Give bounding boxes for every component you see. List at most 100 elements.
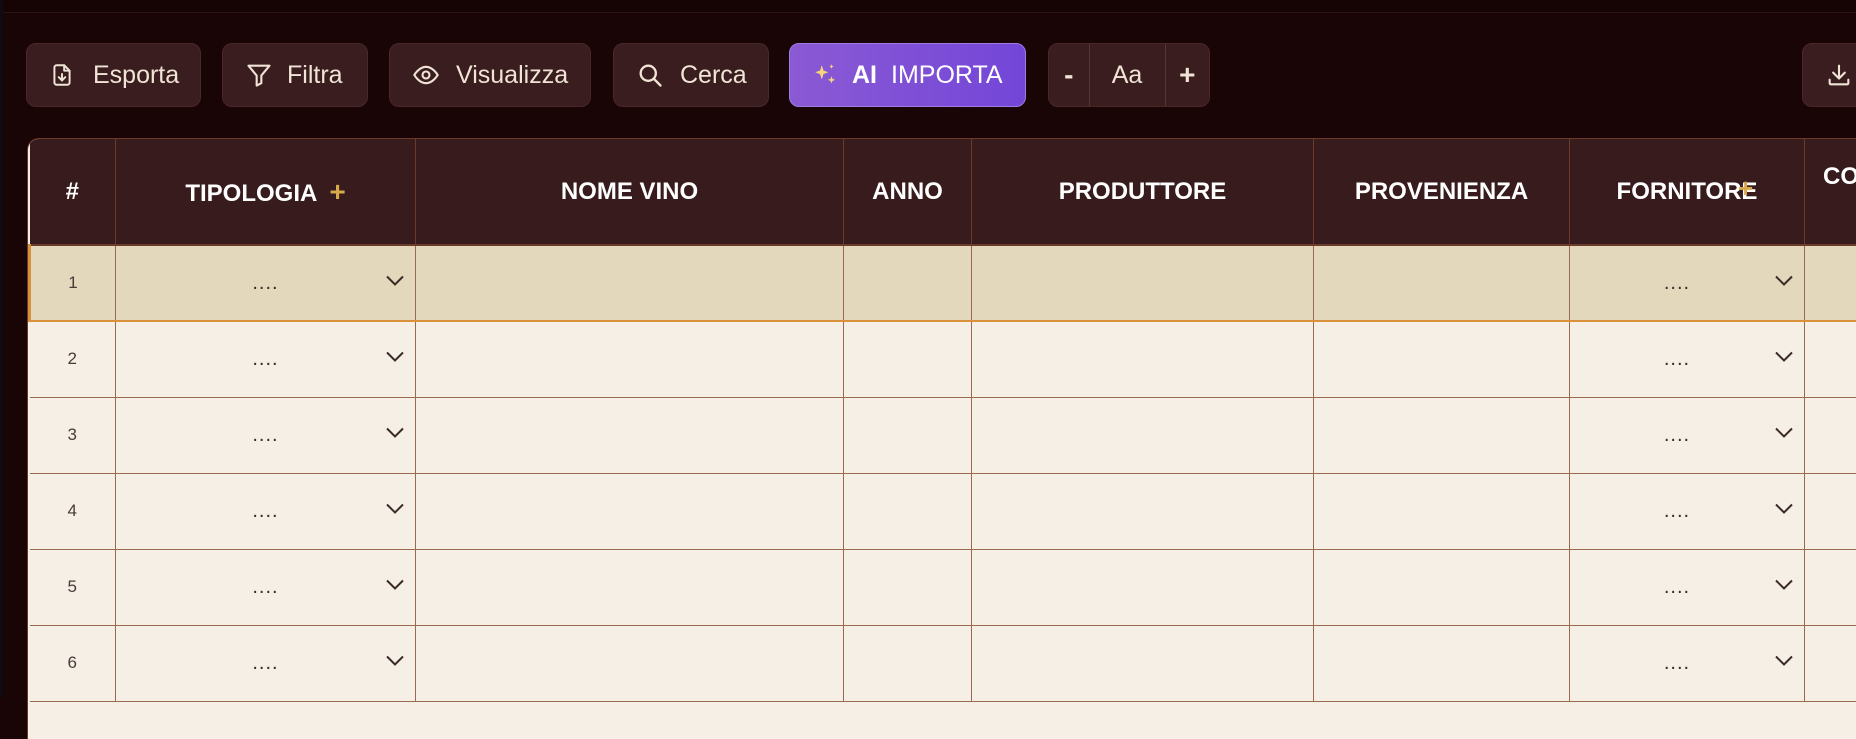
table-row[interactable]: 1 .... .... xyxy=(30,245,1856,321)
fornitore-cell[interactable]: .... xyxy=(1570,245,1805,321)
provenienza-cell[interactable] xyxy=(1314,549,1570,625)
ai-import-button[interactable]: AI IMPORTA xyxy=(789,43,1026,107)
provenienza-cell[interactable] xyxy=(1314,473,1570,549)
nome-vino-cell[interactable] xyxy=(416,549,844,625)
chevron-down-icon xyxy=(385,350,405,369)
next-column-cell[interactable] xyxy=(1805,397,1856,473)
produttore-cell[interactable] xyxy=(972,549,1314,625)
anno-cell[interactable] xyxy=(844,625,972,701)
chevron-down-icon xyxy=(385,426,405,445)
tipologia-dropdown[interactable]: .... xyxy=(116,322,415,397)
table-row[interactable]: 4 .... .... xyxy=(30,473,1856,549)
export-button[interactable]: Esporta xyxy=(26,43,201,107)
filter-icon xyxy=(245,61,273,89)
tipologia-cell[interactable]: .... xyxy=(116,473,416,549)
fornitore-cell[interactable]: .... xyxy=(1570,321,1805,397)
header-provenienza[interactable]: PROVENIENZA xyxy=(1314,139,1570,245)
provenienza-cell[interactable] xyxy=(1314,625,1570,701)
row-number: 2 xyxy=(30,321,116,397)
font-increase-button[interactable]: + xyxy=(1166,44,1209,106)
produttore-cell[interactable] xyxy=(972,245,1314,321)
fornitore-dropdown[interactable]: .... xyxy=(1570,246,1804,320)
chevron-down-icon xyxy=(1774,274,1794,293)
chevron-down-icon xyxy=(1774,578,1794,597)
fornitore-dropdown[interactable]: .... xyxy=(1570,398,1804,473)
chevron-down-icon xyxy=(1774,426,1794,445)
header-fornitore[interactable]: FORNITORE+ xyxy=(1570,139,1805,245)
fornitore-cell[interactable]: .... xyxy=(1570,397,1805,473)
header-tipologia[interactable]: TIPOLOGIA+ xyxy=(116,139,416,245)
fornitore-dropdown[interactable]: .... xyxy=(1570,550,1804,625)
produttore-cell[interactable] xyxy=(972,473,1314,549)
search-button[interactable]: Cerca xyxy=(613,43,769,107)
fornitore-cell[interactable]: .... xyxy=(1570,549,1805,625)
provenienza-cell[interactable] xyxy=(1314,245,1570,321)
download-button[interactable] xyxy=(1802,43,1856,107)
fornitore-placeholder: .... xyxy=(1550,424,1804,447)
produttore-cell[interactable] xyxy=(972,625,1314,701)
anno-cell[interactable] xyxy=(844,473,972,549)
anno-cell[interactable] xyxy=(844,549,972,625)
header-anno[interactable]: ANNO xyxy=(844,139,972,245)
tipologia-placeholder: .... xyxy=(116,500,415,523)
table-header-row: # TIPOLOGIA+ NOME VINO ANNO PRODUTTORE P… xyxy=(30,139,1856,245)
tipologia-dropdown[interactable]: .... xyxy=(116,398,415,473)
font-size-control: - Aa + xyxy=(1048,43,1210,107)
file-export-icon xyxy=(49,62,75,88)
next-column-cell[interactable] xyxy=(1805,549,1856,625)
nome-vino-cell[interactable] xyxy=(416,473,844,549)
table-row[interactable]: 2 .... .... xyxy=(30,321,1856,397)
header-nome-vino[interactable]: NOME VINO xyxy=(416,139,844,245)
next-column-cell[interactable] xyxy=(1805,473,1856,549)
tipologia-placeholder: .... xyxy=(116,348,415,371)
font-decrease-button[interactable]: - xyxy=(1049,44,1090,106)
anno-cell[interactable] xyxy=(844,245,972,321)
filter-button[interactable]: Filtra xyxy=(222,43,368,107)
chevron-down-icon xyxy=(1774,502,1794,521)
add-tipologia-icon[interactable]: + xyxy=(329,176,345,207)
produttore-cell[interactable] xyxy=(972,321,1314,397)
nome-vino-cell[interactable] xyxy=(416,397,844,473)
fornitore-cell[interactable]: .... xyxy=(1570,625,1805,701)
table-row[interactable]: 3 .... .... xyxy=(30,397,1856,473)
tipologia-dropdown[interactable]: .... xyxy=(116,550,415,625)
nome-vino-cell[interactable] xyxy=(416,245,844,321)
chevron-down-icon xyxy=(385,578,405,597)
import-label: IMPORTA xyxy=(891,61,1003,90)
header-index: # xyxy=(30,139,116,245)
row-number: 6 xyxy=(30,625,116,701)
tipologia-cell[interactable]: .... xyxy=(116,397,416,473)
tipologia-cell[interactable]: .... xyxy=(116,321,416,397)
header-next-column[interactable]: CO xyxy=(1805,139,1856,245)
view-button[interactable]: Visualizza xyxy=(389,43,591,107)
tipologia-cell[interactable]: .... xyxy=(116,245,416,321)
tipologia-dropdown[interactable]: .... xyxy=(116,246,415,320)
header-produttore[interactable]: PRODUTTORE xyxy=(972,139,1314,245)
tipologia-dropdown[interactable]: .... xyxy=(116,474,415,549)
anno-cell[interactable] xyxy=(844,321,972,397)
tipologia-cell[interactable]: .... xyxy=(116,549,416,625)
produttore-cell[interactable] xyxy=(972,397,1314,473)
add-fornitore-icon[interactable]: + xyxy=(1738,173,1753,204)
nome-vino-cell[interactable] xyxy=(416,625,844,701)
provenienza-cell[interactable] xyxy=(1314,321,1570,397)
download-icon xyxy=(1825,61,1853,89)
row-number: 4 xyxy=(30,473,116,549)
provenienza-cell[interactable] xyxy=(1314,397,1570,473)
next-column-cell[interactable] xyxy=(1805,245,1856,321)
fornitore-dropdown[interactable]: .... xyxy=(1570,626,1804,701)
next-column-cell[interactable] xyxy=(1805,321,1856,397)
anno-cell[interactable] xyxy=(844,397,972,473)
chevron-down-icon xyxy=(1774,654,1794,673)
table-row[interactable]: 5 .... .... xyxy=(30,549,1856,625)
fornitore-cell[interactable]: .... xyxy=(1570,473,1805,549)
fornitore-dropdown[interactable]: .... xyxy=(1570,474,1804,549)
fornitore-dropdown[interactable]: .... xyxy=(1570,322,1804,397)
left-edge xyxy=(0,0,3,698)
tipologia-cell[interactable]: .... xyxy=(116,625,416,701)
next-column-cell[interactable] xyxy=(1805,625,1856,701)
table-row[interactable]: 6 .... .... xyxy=(30,625,1856,701)
tipologia-dropdown[interactable]: .... xyxy=(116,626,415,701)
fornitore-placeholder: .... xyxy=(1550,272,1804,295)
nome-vino-cell[interactable] xyxy=(416,321,844,397)
